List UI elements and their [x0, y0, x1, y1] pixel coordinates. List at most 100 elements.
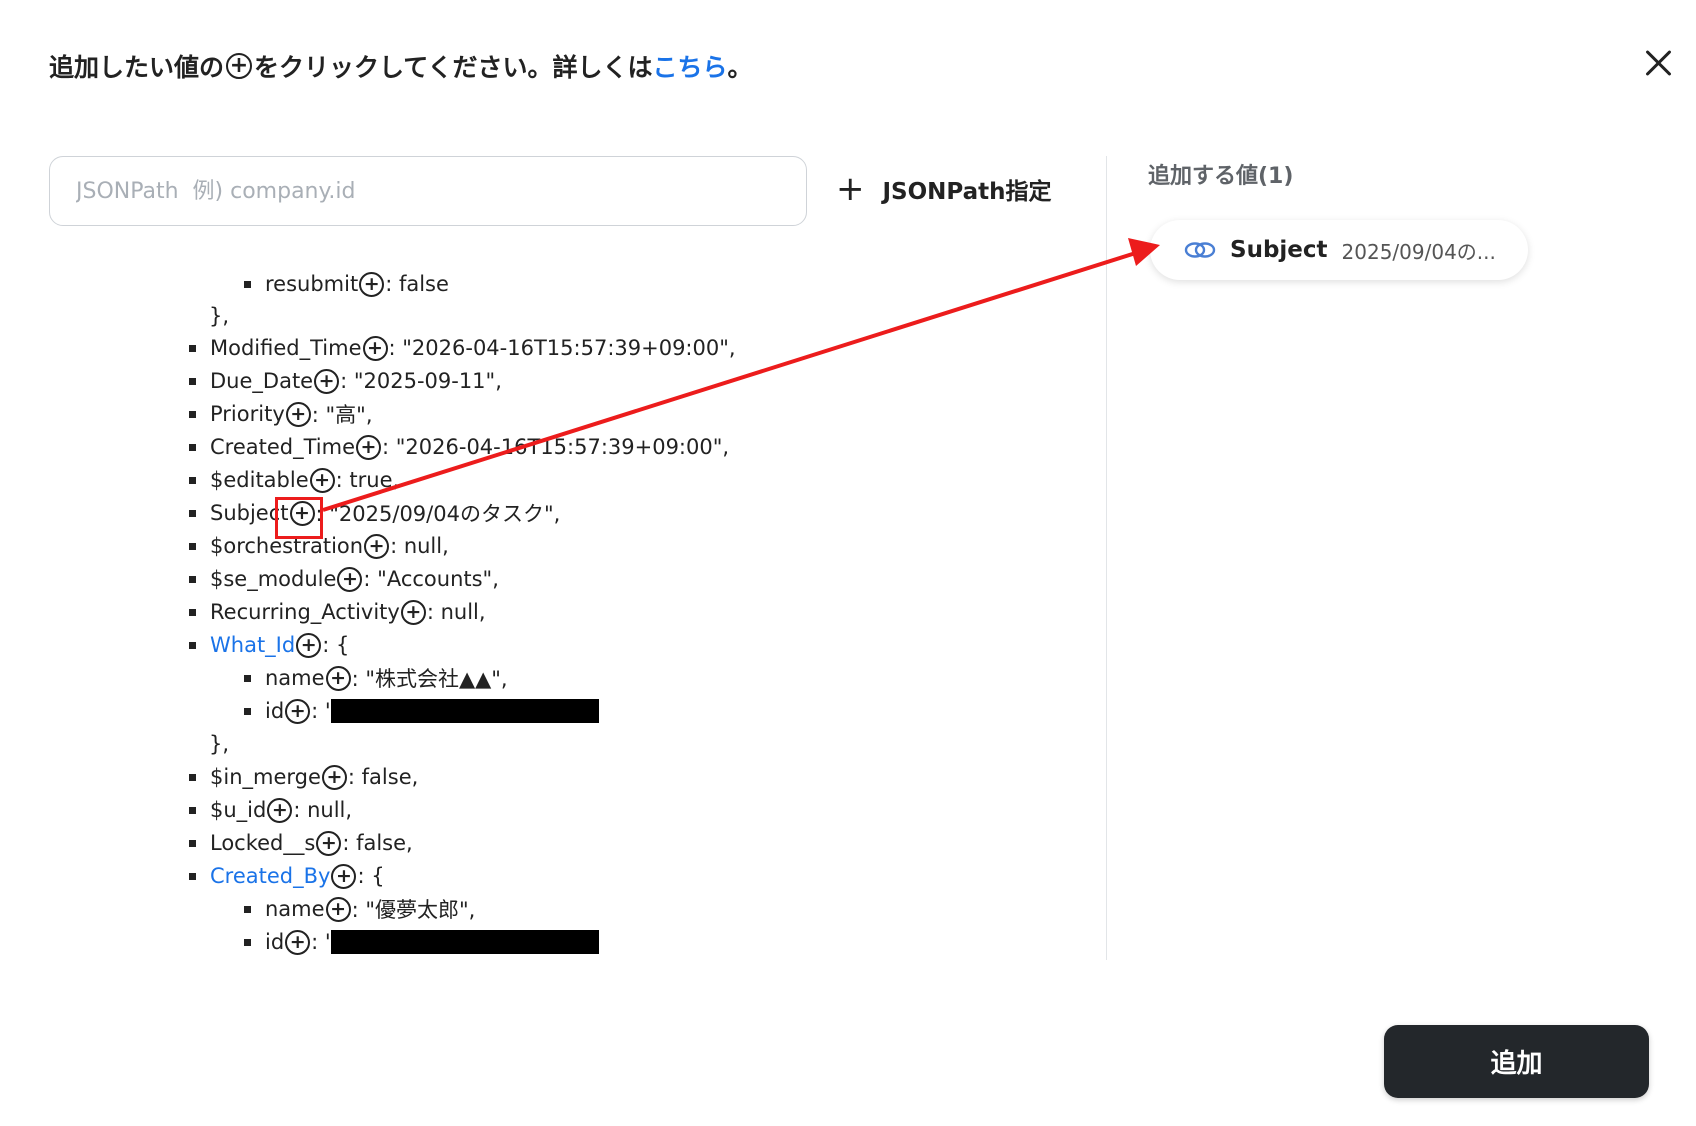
field-value: : {: [357, 864, 385, 888]
bullet: [189, 344, 196, 352]
plus-circle-icon: +: [226, 53, 253, 79]
add-field-icon[interactable]: +: [296, 632, 322, 658]
instruction-end: 。: [727, 53, 753, 82]
add-button[interactable]: 追加: [1384, 1025, 1649, 1098]
expandable-key[interactable]: What_Id: [210, 633, 295, 657]
chip-value: 2025/09/04の...: [1341, 239, 1496, 264]
add-field-icon[interactable]: +: [362, 335, 388, 361]
link-icon: [1184, 242, 1216, 258]
field-key: Locked__s: [210, 831, 316, 855]
add-field-icon[interactable]: +: [356, 434, 382, 460]
add-field-icon[interactable]: +: [267, 797, 293, 823]
list-item: id + : ': [244, 695, 599, 727]
field-value: : null,: [293, 798, 353, 822]
add-field-icon[interactable]: +: [325, 896, 351, 922]
selected-value-chip[interactable]: Subject 2025/09/04の...: [1150, 220, 1528, 280]
field-value: : "Accounts",: [363, 567, 499, 591]
selected-values-title: 追加する値(1): [1148, 164, 1294, 189]
field-value: : true,: [335, 468, 400, 492]
instruction-text: 追加したい値の + をクリックしてください。詳しくは こちら 。: [49, 48, 753, 84]
instruction-prefix: 追加したい値の: [49, 53, 225, 82]
add-field-icon[interactable]: +: [285, 698, 311, 724]
list-item: Modified_Time + : "2026-04-16T15:57:39+0…: [189, 332, 736, 364]
add-field-icon[interactable]: +: [309, 467, 335, 493]
field-value: : "高",: [311, 403, 373, 427]
bullet: [189, 410, 196, 418]
list-item: Locked__s + : false,: [189, 827, 413, 859]
brace-close: },: [209, 304, 230, 328]
add-field-icon[interactable]: +: [285, 929, 311, 955]
close-icon[interactable]: [1640, 44, 1676, 80]
field-key: name: [265, 897, 325, 921]
add-field-icon[interactable]: +: [331, 863, 357, 889]
field-key: $se_module: [210, 567, 337, 591]
list-item: $editable + : true,: [189, 464, 399, 496]
brace-close: },: [209, 732, 230, 756]
list-item: Created_By + : {: [189, 860, 385, 892]
bullet: [189, 443, 196, 451]
expandable-key[interactable]: Created_By: [210, 864, 330, 888]
field-key: $editable: [210, 468, 309, 492]
add-field-icon[interactable]: +: [321, 764, 347, 790]
list-item: $u_id + : null,: [189, 794, 352, 826]
bullet: [189, 641, 196, 649]
add-field-icon[interactable]: +: [359, 271, 385, 297]
bullet: [189, 509, 196, 517]
bullet: [244, 707, 251, 715]
bullet: [244, 905, 251, 913]
bullet: [189, 806, 196, 814]
jsonpath-specify-label: JSONPath指定: [882, 179, 1052, 205]
add-field-icon[interactable]: +: [285, 401, 311, 427]
field-key: $in_merge: [210, 765, 321, 789]
field-value: : "2025/09/04のタスク",: [315, 502, 561, 526]
field-key: name: [265, 666, 325, 690]
field-value: : ': [311, 930, 331, 954]
bullet: [189, 608, 196, 616]
field-value: : "株式会社▲▲",: [351, 667, 508, 691]
field-key: resubmit: [265, 272, 359, 296]
list-item: resubmit + : false: [244, 268, 449, 300]
field-value: : "2026-04-16T15:57:39+09:00",: [388, 336, 736, 360]
field-key: Created_Time: [210, 435, 356, 459]
field-key: Recurring_Activity: [210, 600, 400, 624]
add-field-icon[interactable]: +: [325, 665, 351, 691]
panel-divider: [1106, 156, 1107, 960]
list-item: Subject + : "2025/09/04のタスク",: [189, 497, 560, 529]
field-key: id: [265, 699, 285, 723]
field-value: : "2026-04-16T15:57:39+09:00",: [382, 435, 730, 459]
bullet: [189, 476, 196, 484]
list-item: Priority + : "高",: [189, 398, 373, 430]
help-link[interactable]: こちら: [653, 48, 728, 84]
field-value: : "2025-09-11",: [340, 369, 502, 393]
redacted-value: [330, 930, 599, 954]
add-field-icon[interactable]: +: [400, 599, 426, 625]
list-item: Due_Date + : "2025-09-11",: [189, 365, 502, 397]
field-key: Priority: [210, 402, 285, 426]
field-key: $u_id: [210, 798, 267, 822]
add-field-icon[interactable]: +: [316, 830, 342, 856]
add-field-icon[interactable]: +: [364, 533, 390, 559]
field-key: Modified_Time: [210, 336, 362, 360]
chip-key: Subject: [1230, 237, 1328, 263]
list-item: name + : "優夢太郎",: [244, 893, 475, 925]
field-value: : null,: [426, 600, 486, 624]
field-value: : null,: [390, 534, 449, 558]
bullet: [189, 377, 196, 385]
highlight-box: [275, 497, 323, 539]
add-field-icon[interactable]: +: [337, 566, 363, 592]
bullet: [244, 938, 251, 946]
list-item: $se_module + : "Accounts",: [189, 563, 499, 595]
add-field-icon[interactable]: +: [314, 368, 340, 394]
field-value: : false,: [347, 765, 419, 789]
field-key: Due_Date: [210, 369, 314, 393]
instruction-suffix: をクリックしてください。詳しくは: [254, 53, 653, 82]
jsonpath-specify-button[interactable]: + JSONPath指定: [836, 172, 1052, 206]
field-value: : false,: [342, 831, 413, 855]
jsonpath-search-input[interactable]: [49, 156, 807, 226]
list-item: What_Id + : {: [189, 629, 349, 661]
list-item: Created_Time + : "2026-04-16T15:57:39+09…: [189, 431, 729, 463]
list-item: name + : "株式会社▲▲",: [244, 662, 508, 694]
field-value: : false: [385, 272, 449, 296]
field-value: : ': [311, 699, 331, 723]
field-value: : {: [322, 633, 350, 657]
